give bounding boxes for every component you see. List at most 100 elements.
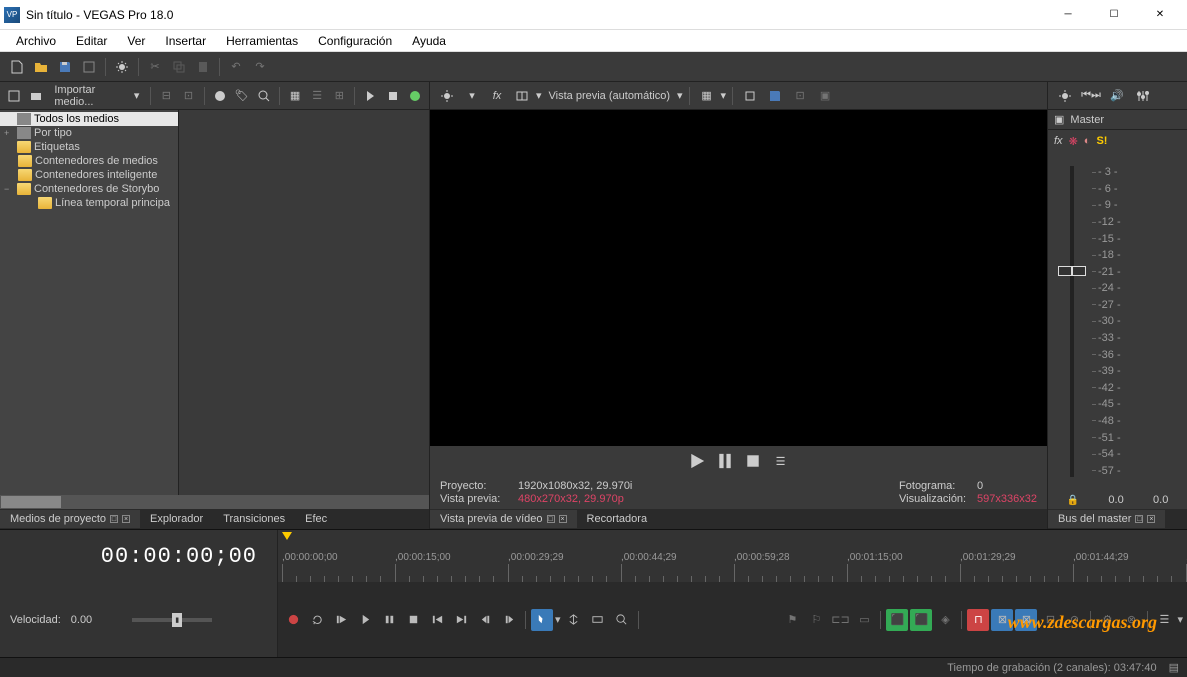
menu-icon[interactable]: ☰ [771,451,791,471]
tab-close-icon[interactable]: × [122,515,130,523]
menu-editar[interactable]: Editar [68,32,115,50]
timecode-display[interactable]: 00:00:00;00 [0,530,278,582]
horizontal-scrollbar[interactable] [0,495,429,509]
menu-insertar[interactable]: Insertar [157,32,214,50]
preview-viewport[interactable] [430,110,1047,446]
tab-bus-master[interactable]: Bus del master□× [1048,510,1165,528]
play-start-icon[interactable] [330,609,352,631]
tree-item-tipo[interactable]: +Por tipo [0,126,178,140]
media-list-icon[interactable]: ☰ [307,85,327,107]
cmd-icon[interactable]: ▭ [853,609,875,631]
fx-gear-icon[interactable]: ❋ [1069,135,1078,148]
undo-icon[interactable]: ↶ [225,56,247,78]
tab-close-icon[interactable]: × [559,515,567,523]
tree-item-todos[interactable]: Todos los medios [0,112,178,126]
preview-copy-icon[interactable] [739,85,761,107]
tab-vista-previa[interactable]: Vista previa de vídeo□× [430,510,577,528]
media-sort-icon[interactable]: ⊞ [329,85,349,107]
tree-item-contenedores-medios[interactable]: Contenedores de medios [0,154,178,168]
loop-icon[interactable] [306,609,328,631]
media-tag-icon[interactable]: 🏷 [232,85,252,107]
preview-scale-icon[interactable]: ⊡ [789,85,811,107]
minimize-button[interactable]: ─ [1045,0,1091,30]
menu-ayuda[interactable]: Ayuda [404,32,454,50]
preview-fx-icon[interactable]: fx [486,85,508,107]
media-search-icon[interactable] [254,85,274,107]
master-dim-icon[interactable]: 🔊 [1106,85,1128,107]
tree-item-etiquetas[interactable]: Etiquetas [0,140,178,154]
tab-close-icon[interactable]: × [1147,515,1155,523]
close-button[interactable]: ✕ [1137,0,1183,30]
go-start-icon[interactable] [426,609,448,631]
tree-toggle-icon[interactable]: − [4,184,14,194]
maximize-button[interactable]: ☐ [1091,0,1137,30]
media-fx-icon[interactable] [210,85,230,107]
snap-grid-icon[interactable]: ⬛ [910,609,932,631]
pause-icon[interactable] [378,609,400,631]
autocross-icon[interactable]: ⊠ [1015,609,1037,631]
redo-icon[interactable]: ↷ [249,56,271,78]
preview-hw-icon[interactable]: ▾ [461,85,483,107]
new-file-icon[interactable] [6,56,28,78]
preview-split-icon[interactable] [511,85,533,107]
marker-add-icon[interactable]: ⚑ [781,609,803,631]
media-stop-icon[interactable] [383,85,403,107]
media-props-icon[interactable] [4,85,24,107]
tab-maximize-icon[interactable]: □ [547,515,555,523]
preview-grid-icon[interactable]: ▦ [696,85,718,107]
region-icon[interactable]: ⊏⊐ [829,609,851,631]
lock-icon[interactable]: 🔒 [1067,495,1079,506]
menu-herramientas[interactable]: Herramientas [218,32,306,50]
menu-configuracion[interactable]: Configuración [310,32,400,50]
master-fader[interactable] [1052,156,1092,487]
snap-icon[interactable]: ⬛ [886,609,908,631]
lock-env-icon[interactable]: ⊡ [1039,609,1061,631]
fx-s-icon[interactable]: S! [1096,135,1107,147]
playhead-icon[interactable] [282,532,292,540]
media-remove-icon[interactable]: ⊟ [156,85,176,107]
snap-marker-icon[interactable]: ◈ [934,609,956,631]
tree-toggle-icon[interactable]: + [4,128,14,138]
media-clean-icon[interactable]: ⊡ [178,85,198,107]
fx-circle-icon[interactable]: ◐ [1084,135,1091,147]
tab-efectos[interactable]: Efec [295,510,337,528]
copy-icon[interactable] [168,56,190,78]
preview-mode-label[interactable]: Vista previa (automático) [545,90,674,102]
menu-archivo[interactable]: Archivo [8,32,64,50]
zoom-edit-icon[interactable] [587,609,609,631]
tree-item-linea-temporal[interactable]: Línea temporal principa [0,196,178,210]
tab-recortadora[interactable]: Recortadora [577,510,658,528]
import-media-button[interactable]: Importar medio...▾ [48,82,145,110]
master-downmix-icon[interactable]: ⏮⏭ [1080,85,1102,107]
master-props-icon[interactable] [1054,85,1076,107]
menu-ver[interactable]: Ver [119,32,153,50]
stop-icon[interactable] [402,609,424,631]
media-view-icon[interactable]: ▦ [285,85,305,107]
master-expand-icon[interactable]: ▣ [1054,113,1064,126]
cut-icon[interactable]: ✂ [144,56,166,78]
tab-medios-proyecto[interactable]: Medios de proyecto□× [0,510,140,528]
velocity-handle[interactable]: ▮ [172,613,182,627]
preview-safe-icon[interactable]: ▣ [814,85,836,107]
tree-item-storyboard[interactable]: −Contenedores de Storybo [0,182,178,196]
tl-menu-icon[interactable]: ☰ [1153,609,1175,631]
tab-maximize-icon[interactable]: □ [110,515,118,523]
media-play-icon[interactable] [360,85,380,107]
media-autoplay-icon[interactable] [405,85,425,107]
go-end-icon[interactable] [450,609,472,631]
normal-edit-icon[interactable] [531,609,553,631]
bypass-icon[interactable]: ⊗ [1120,609,1142,631]
next-frame-icon[interactable] [498,609,520,631]
play-icon[interactable] [354,609,376,631]
status-menu-icon[interactable]: ▤ [1169,661,1179,674]
fx-icon[interactable]: fx [1054,135,1063,147]
record-icon[interactable] [282,609,304,631]
selection-edit-icon[interactable] [563,609,585,631]
play-icon[interactable] [687,451,707,471]
prev-frame-icon[interactable] [474,609,496,631]
marker-del-icon[interactable]: ⚐ [805,609,827,631]
tab-explorador[interactable]: Explorador [140,510,213,528]
tab-maximize-icon[interactable]: □ [1135,515,1143,523]
render-icon[interactable] [78,56,100,78]
properties-icon[interactable] [111,56,133,78]
